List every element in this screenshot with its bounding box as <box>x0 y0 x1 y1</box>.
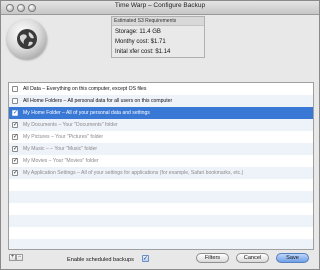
list-item-label: My Pictures – Your "Pictures" folder <box>23 134 104 140</box>
globe-drive-icon <box>7 19 47 59</box>
list-item-all-home-folders[interactable]: All Home Folders – All personal data for… <box>9 95 313 107</box>
add-item-button[interactable]: + <box>9 254 16 261</box>
list-empty-row <box>9 191 313 203</box>
list-empty-row <box>9 227 313 239</box>
list-item-my-home-folder[interactable]: ✓ My Home Folder – All of your personal … <box>9 107 313 119</box>
window-title: Time Warp – Configure Backup <box>114 2 206 9</box>
checkbox-icon[interactable]: ✓ <box>12 170 18 176</box>
scheduled-backups-checkbox[interactable]: ✓ <box>142 255 149 262</box>
list-item-label: All Home Folders – All personal data for… <box>23 98 173 104</box>
list-item-my-movies[interactable]: ✓ My Movies – Your "Movies" folder <box>9 155 313 167</box>
save-button[interactable]: Save <box>276 253 309 263</box>
scheduled-backups-label: Enable scheduled backups <box>67 257 134 263</box>
filters-button[interactable]: Filters <box>196 253 229 263</box>
list-item-label: My Movies – Your "Movies" folder <box>23 158 99 164</box>
storage-value: Storage: 11.4 GB <box>115 29 161 35</box>
list-empty-row <box>9 203 313 215</box>
checkbox-icon[interactable] <box>12 86 18 92</box>
checkbox-icon[interactable]: ✓ <box>12 122 18 128</box>
list-item-my-application-settings[interactable]: ✓ My Application Settings – All of your … <box>9 167 313 179</box>
list-item-label: My Application Settings – All of your se… <box>23 170 244 176</box>
title-bar: Time Warp – Configure Backup <box>1 1 319 15</box>
s3-requirements-panel: Estimated S3 Requirements Storage: 11.4 … <box>111 16 205 58</box>
list-empty-row <box>9 179 313 191</box>
list-item-label: My Documents – Your "Documents" folder <box>23 122 118 128</box>
list-empty-row <box>9 215 313 227</box>
checkbox-icon[interactable]: ✓ <box>12 110 18 116</box>
list-item-all-data[interactable]: All Data – Everything on this computer, … <box>9 83 313 95</box>
checkbox-icon[interactable]: ✓ <box>12 158 18 164</box>
list-item-my-documents[interactable]: ✓ My Documents – Your "Documents" folder <box>9 119 313 131</box>
monthly-cost-value: Monthy cost: $1.71 <box>115 39 166 45</box>
list-item-label: My Home Folder – All of your personal da… <box>23 110 150 116</box>
checkbox-icon[interactable]: ✓ <box>12 146 18 152</box>
checkbox-icon[interactable] <box>12 98 18 104</box>
list-item-label: My Music – – Your "Music" folder <box>23 146 98 152</box>
initial-xfer-cost-value: Inital xfer cost: $1.14 <box>115 49 171 55</box>
list-item-my-pictures[interactable]: ✓ My Pictures – Your "Pictures" folder <box>9 131 313 143</box>
list-empty-row <box>9 239 313 249</box>
remove-item-button[interactable]: − <box>16 254 23 261</box>
cancel-button[interactable]: Cancel <box>236 253 269 263</box>
list-item-my-music[interactable]: ✓ My Music – – Your "Music" folder <box>9 143 313 155</box>
checkbox-icon[interactable]: ✓ <box>12 134 18 140</box>
backup-items-list[interactable]: All Data – Everything on this computer, … <box>8 82 314 250</box>
configure-backup-window: Time Warp – Configure Backup Estimated S… <box>0 0 320 270</box>
list-item-label: All Data – Everything on this computer, … <box>23 86 147 92</box>
s3-requirements-header: Estimated S3 Requirements <box>112 17 204 26</box>
